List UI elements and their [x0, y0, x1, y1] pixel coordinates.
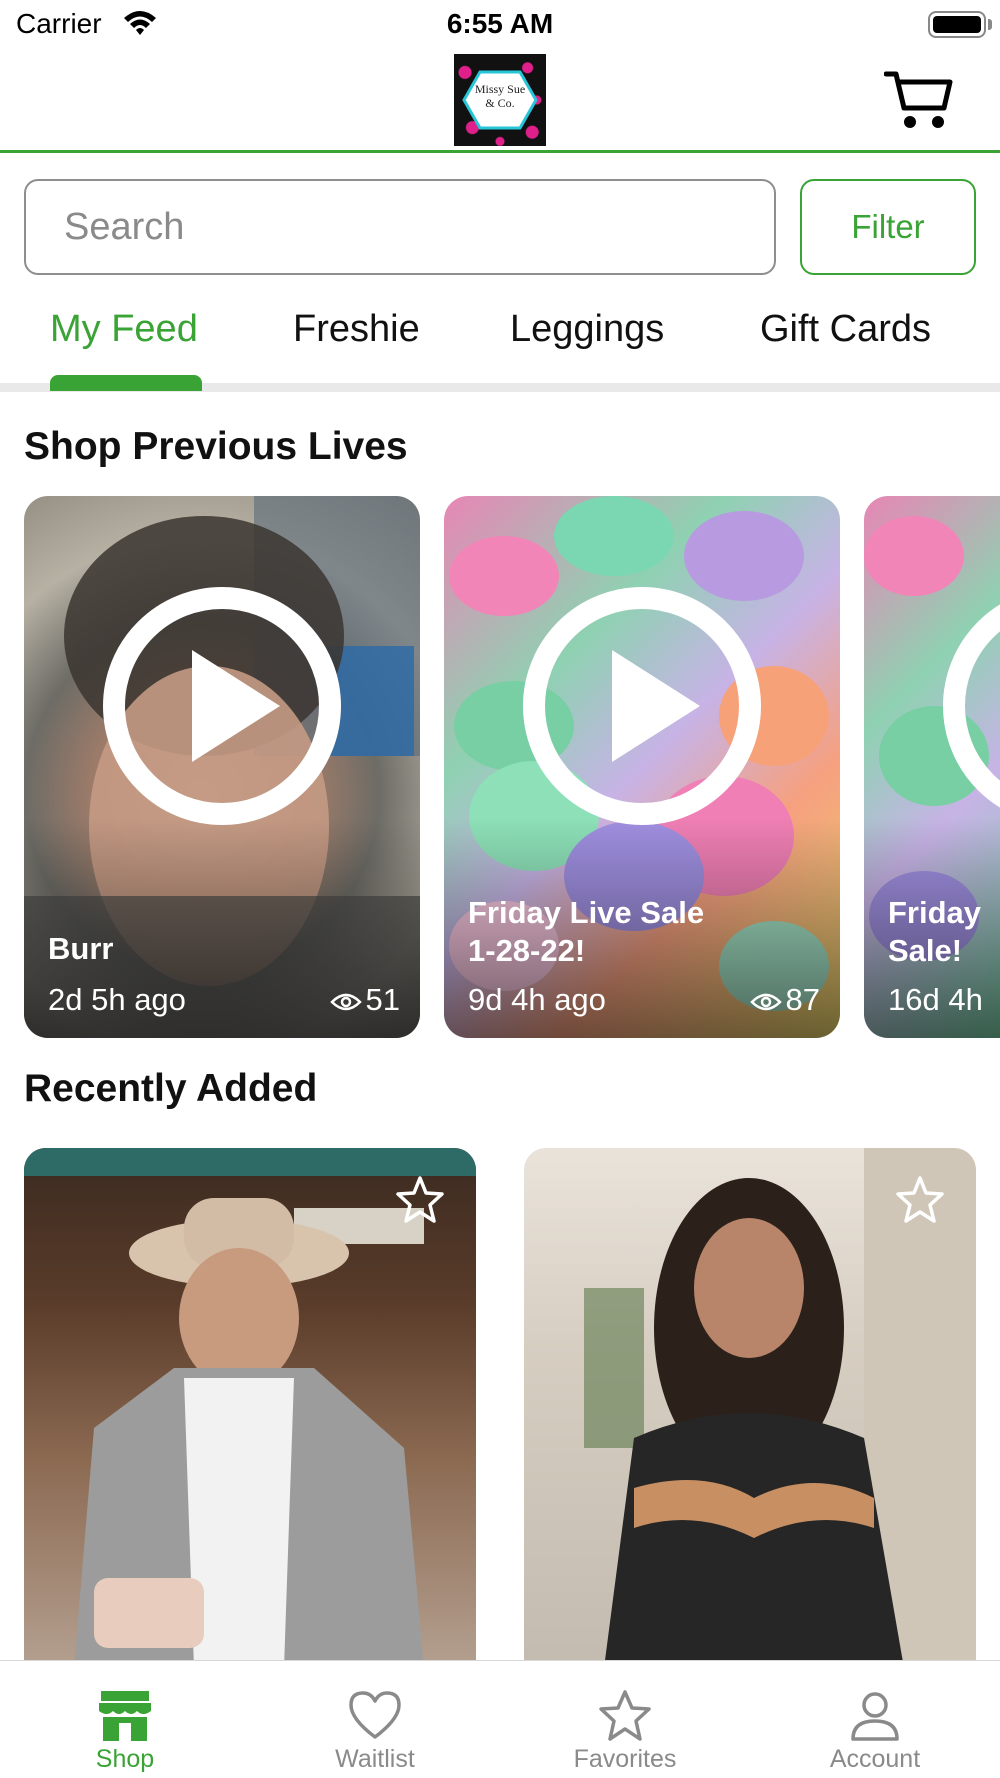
tab-shop-label: Shop	[95, 1745, 155, 1773]
logo-text: Missy Sue & Co.	[454, 82, 546, 110]
live-time: 16d 4h	[888, 982, 983, 1017]
tab-favorites-label: Favorites	[573, 1745, 677, 1773]
live-title-line2: Sale!	[888, 933, 963, 968]
live-title: Friday Live Sale 1-28-22!	[468, 894, 704, 970]
battery-icon	[928, 11, 986, 38]
play-icon[interactable]	[942, 586, 1000, 826]
previous-lives-heading: Shop Previous Lives	[24, 425, 408, 468]
live-title-line1: Friday Live Sale	[468, 895, 705, 930]
battery-cap	[988, 19, 992, 30]
tab-shop[interactable]: Shop	[0, 1661, 250, 1778]
view-count-value: 87	[785, 982, 820, 1017]
search-input[interactable]	[24, 179, 776, 275]
cart-icon[interactable]	[884, 68, 954, 132]
tab-my-feed[interactable]: My Feed	[50, 308, 198, 351]
tab-account-label: Account	[829, 1745, 921, 1773]
store-logo[interactable]: Missy Sue & Co.	[454, 54, 546, 146]
live-time: 2d 5h ago	[48, 982, 186, 1017]
live-title: Friday Sale!	[888, 894, 981, 970]
tab-waitlist-label: Waitlist	[335, 1745, 415, 1773]
filter-button[interactable]: Filter	[800, 179, 976, 275]
logo-text-line1: Missy Sue	[474, 82, 526, 96]
view-count: 87	[749, 982, 820, 1018]
play-icon[interactable]	[102, 586, 342, 826]
live-time: 9d 4h ago	[468, 982, 606, 1017]
live-title-line2: 1-28-22!	[468, 933, 586, 968]
active-tab-indicator	[50, 375, 202, 391]
status-bar: Carrier 6:55 AM	[0, 0, 1000, 50]
header: Missy Sue & Co.	[0, 50, 1000, 153]
live-card[interactable]: Burr 2d 5h ago 51	[24, 496, 420, 1038]
clock: 6:55 AM	[446, 8, 554, 39]
eye-icon	[749, 993, 782, 1011]
play-icon[interactable]	[522, 586, 762, 826]
store-icon	[99, 1691, 151, 1741]
logo-text-line2: & Co.	[485, 96, 515, 110]
view-count: 51	[329, 982, 400, 1018]
tab-freshie[interactable]: Freshie	[293, 308, 420, 351]
eye-icon	[329, 993, 362, 1011]
category-tabs: My Feed Freshie Leggings Gift Cards	[0, 300, 1000, 392]
product-card[interactable]	[24, 1148, 476, 1668]
view-count-value: 51	[365, 982, 400, 1017]
bottom-tab-bar: Shop Waitlist Favorites Account	[0, 1660, 1000, 1778]
live-card[interactable]: Friday Sale! 16d 4h	[864, 496, 1000, 1038]
star-icon[interactable]	[394, 1174, 446, 1226]
star-icon	[599, 1690, 651, 1741]
tab-leggings[interactable]: Leggings	[510, 308, 664, 351]
heart-icon	[349, 1691, 401, 1739]
live-card[interactable]: Friday Live Sale 1-28-22! 9d 4h ago 87	[444, 496, 840, 1038]
tab-account[interactable]: Account	[750, 1661, 1000, 1778]
live-title-line1: Friday	[888, 895, 982, 930]
star-icon[interactable]	[894, 1174, 946, 1226]
product-card[interactable]	[524, 1148, 976, 1668]
product-image	[24, 1148, 476, 1668]
live-title: Burr	[48, 931, 114, 966]
tab-gift-cards[interactable]: Gift Cards	[760, 308, 931, 351]
tab-waitlist[interactable]: Waitlist	[250, 1661, 500, 1778]
recently-added-heading: Recently Added	[24, 1067, 318, 1110]
person-icon	[851, 1692, 899, 1741]
tab-favorites[interactable]: Favorites	[500, 1661, 750, 1778]
product-image	[584, 1148, 976, 1668]
